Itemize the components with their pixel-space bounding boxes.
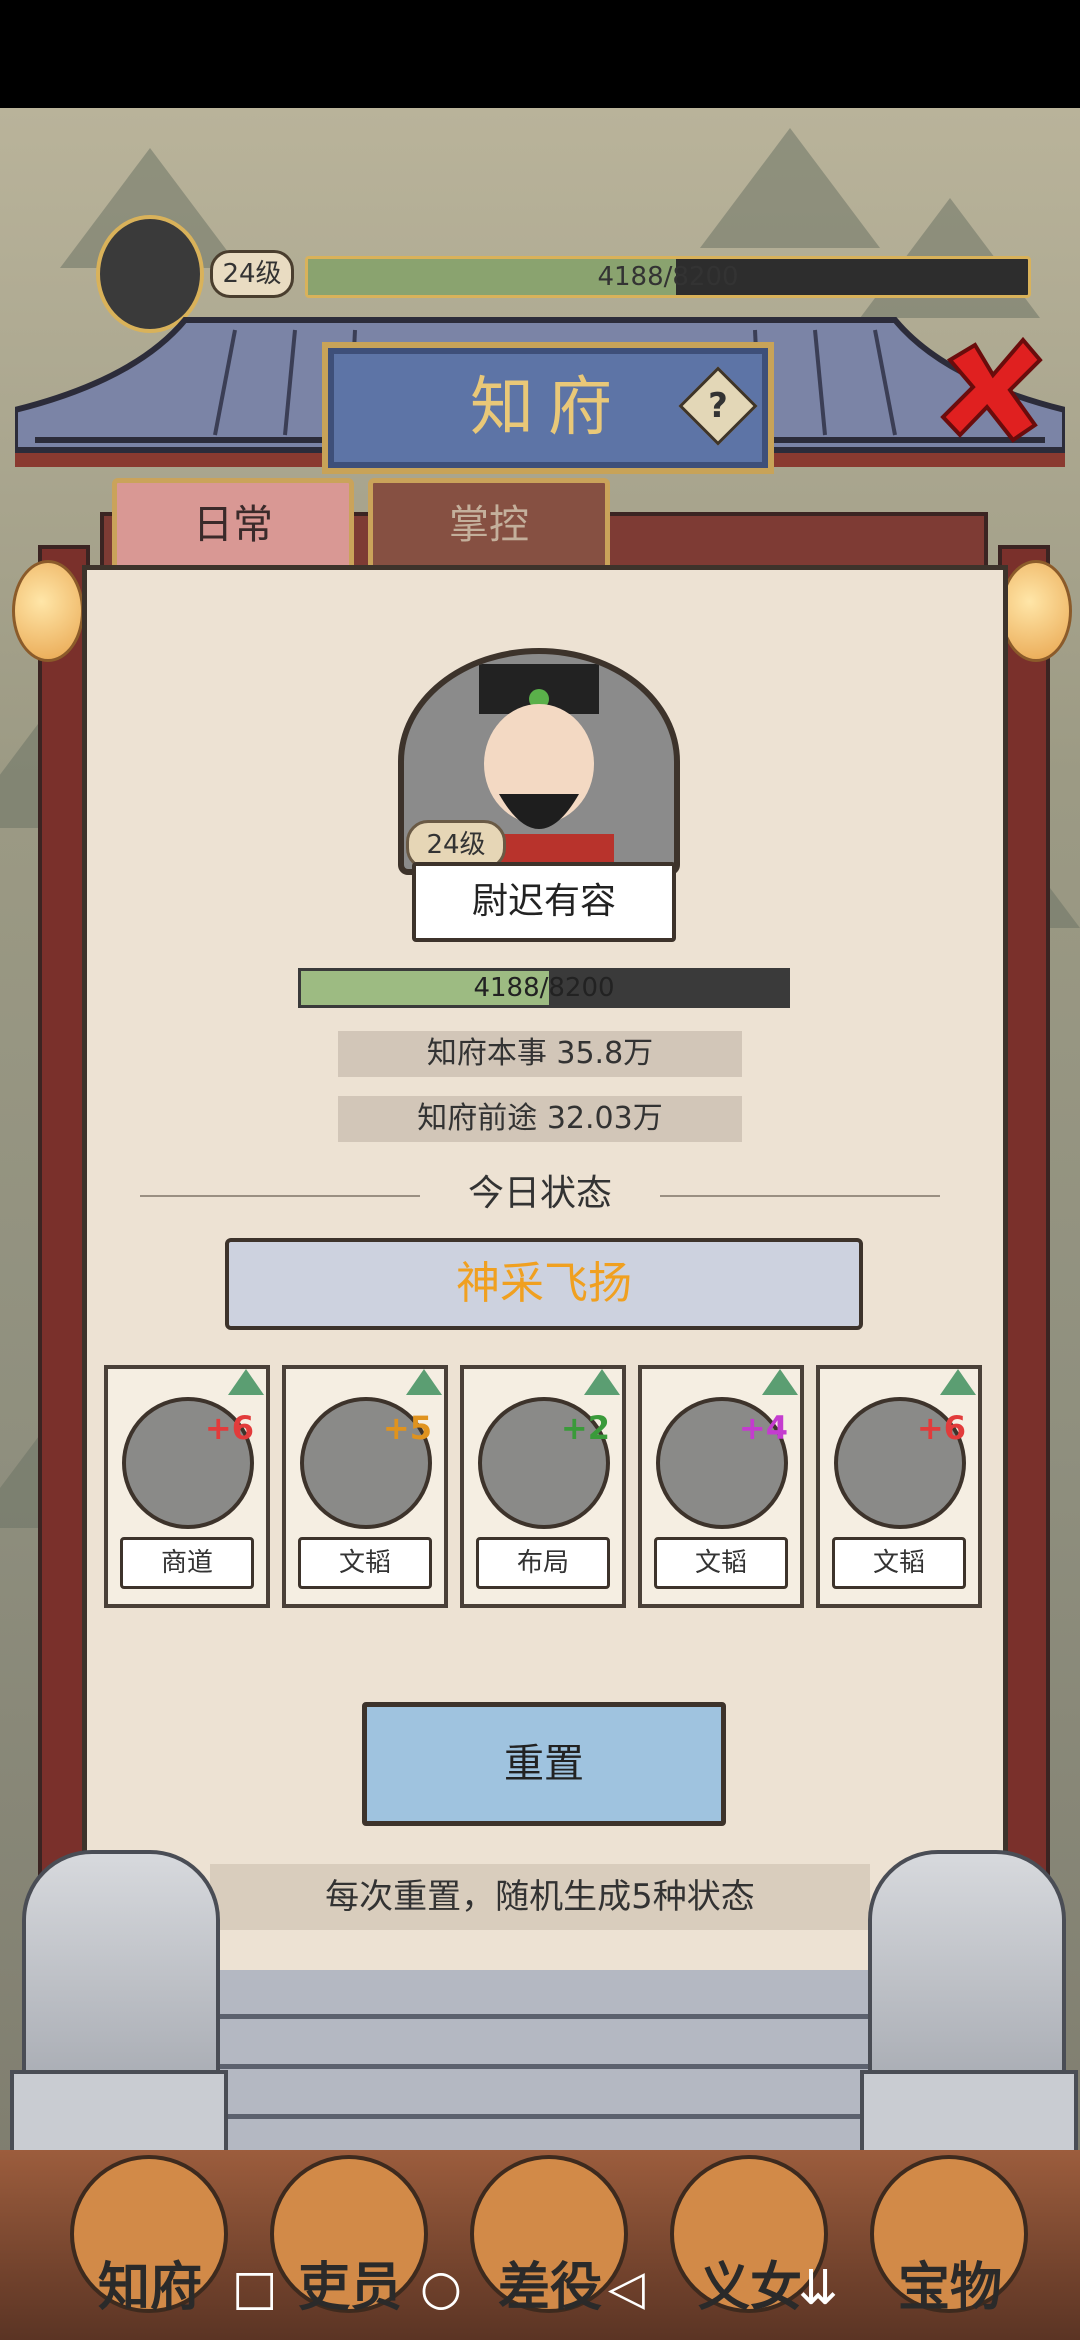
download-icon[interactable]: ⇊ [798, 2260, 838, 2316]
square-icon[interactable]: □ [232, 2260, 277, 2316]
status-card[interactable]: +5 文韬 [282, 1365, 448, 1608]
card-bonus: +2 [560, 1409, 610, 1447]
lantern-icon [1000, 560, 1072, 662]
card-label: 商道 [120, 1537, 254, 1589]
stat-ability: 知府本事 35.8万 [338, 1031, 742, 1077]
step [130, 1980, 950, 2019]
card-bonus: +4 [738, 1409, 788, 1447]
up-arrow-icon [584, 1369, 620, 1395]
status-card[interactable]: +2 布局 [460, 1365, 626, 1608]
status-banner: 神采飞扬 [225, 1238, 863, 1330]
nav-zhifu[interactable]: 知府 [60, 2245, 240, 2320]
step [130, 2080, 950, 2119]
status-card[interactable]: +4 文韬 [638, 1365, 804, 1608]
reset-button[interactable]: 重置 [362, 1702, 726, 1826]
official-exp-text: 4188/8200 [473, 973, 615, 1003]
up-arrow-icon [228, 1369, 264, 1395]
lantern-icon [12, 560, 84, 662]
card-label: 文韬 [832, 1537, 966, 1589]
step [130, 2030, 950, 2069]
status-text: 神采飞扬 [456, 1258, 632, 1309]
reset-note: 每次重置，随机生成5种状态 [210, 1864, 870, 1930]
question-icon[interactable]: ? [690, 378, 746, 434]
circle-icon[interactable]: ○ [420, 2260, 462, 2316]
back-triangle-icon[interactable]: ◁ [608, 2260, 645, 2316]
card-bonus: +6 [204, 1409, 254, 1447]
nav-liyuan[interactable]: 吏员 [260, 2245, 440, 2320]
card-bonus: +6 [916, 1409, 966, 1447]
today-status-title: 今日状态 [420, 1168, 660, 1220]
tab-daily[interactable]: 日常 [112, 478, 354, 576]
status-card[interactable]: +6 文韬 [816, 1365, 982, 1608]
stone-steps [130, 1970, 950, 2150]
up-arrow-icon [762, 1369, 798, 1395]
official-exp-bar: 4188/8200 [298, 968, 790, 1008]
card-label: 布局 [476, 1537, 610, 1589]
tab-control[interactable]: 掌控 [368, 478, 610, 576]
card-label: 文韬 [298, 1537, 432, 1589]
status-card[interactable]: +6 商道 [104, 1365, 270, 1608]
card-label: 文韬 [654, 1537, 788, 1589]
up-arrow-icon [406, 1369, 442, 1395]
card-bonus: +5 [382, 1409, 432, 1447]
stat-prospect: 知府前途 32.03万 [338, 1096, 742, 1142]
close-x-icon[interactable] [935, 335, 1045, 445]
nav-baowu[interactable]: 宝物 [860, 2245, 1040, 2320]
official-name: 尉迟有容 [412, 862, 676, 942]
up-arrow-icon [940, 1369, 976, 1395]
